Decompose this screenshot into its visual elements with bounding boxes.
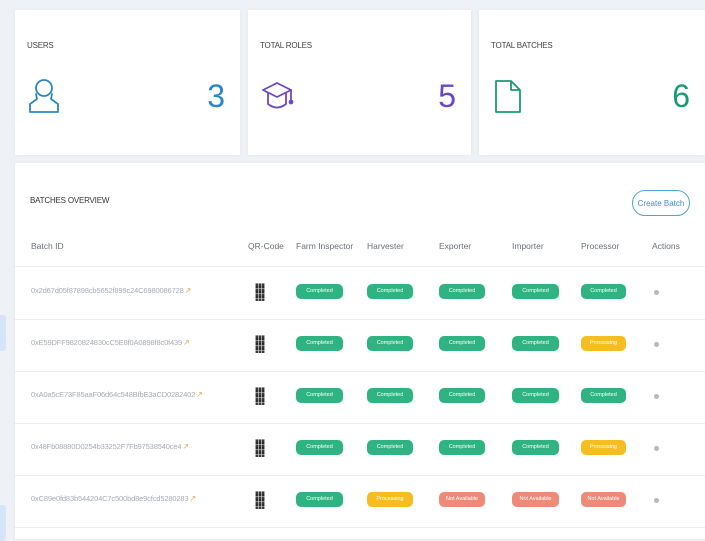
roles-stat-value: 5 — [438, 78, 456, 114]
batch-id-link[interactable]: 0x2d67d05f87898cb5652f899c24C6980086728↗ — [31, 286, 191, 295]
status-badge-farm-inspector: Completed — [296, 440, 343, 455]
batch-id-link[interactable]: 0xC89e0fd83b544204C7c500bd8e9cfcd5280283… — [31, 494, 196, 503]
batch-id-text: 0x48Fb08880D0254b33252F7Fb97538540ce4 — [31, 442, 182, 451]
column-header-harvester[interactable]: Harvester — [367, 241, 404, 251]
roles-stat-title: TOTAL ROLES — [260, 41, 312, 50]
status-badge-farm-inspector: Completed — [296, 388, 343, 403]
status-badge-farm-inspector: Completed — [296, 336, 343, 351]
left-edge-accent — [0, 505, 6, 541]
status-badge-processor: Completed — [581, 284, 626, 299]
row-divider — [15, 527, 705, 528]
user-icon — [29, 79, 59, 113]
qr-code-icon[interactable] — [255, 335, 265, 353]
status-badge-importer: Completed — [512, 440, 559, 455]
batches-stat-title: TOTAL BATCHES — [491, 41, 553, 50]
external-link-icon[interactable]: ↗ — [189, 494, 196, 503]
row-actions-button[interactable] — [654, 342, 659, 347]
table-row: 0xC89e0fd83b544204C7c500bd8e9cfcd5280283… — [15, 475, 705, 527]
batch-id-text: 0xA0a5cE73F85aaF06d64c548BfbE3aCD0282402 — [31, 390, 196, 399]
status-badge-importer: Not Available — [512, 492, 559, 507]
status-badge-farm-inspector: Completed — [296, 492, 343, 507]
status-badge-harvester: Completed — [367, 336, 413, 351]
table-row: 0x2d67d05f87898cb5652f899c24C6980086728↗… — [15, 267, 705, 319]
qr-code-icon[interactable] — [255, 283, 265, 301]
qr-code-icon[interactable] — [255, 491, 265, 509]
status-badge-processor: Not Available — [581, 492, 626, 507]
status-badge-harvester: Processing — [367, 492, 413, 507]
batch-id-link[interactable]: 0xA0a5cE73F85aaF06d64c548BfbE3aCD0282402… — [31, 390, 203, 399]
status-badge-exporter: Completed — [439, 388, 485, 403]
panel-title: BATCHES OVERVIEW — [30, 196, 110, 205]
status-badge-exporter: Completed — [439, 336, 485, 351]
status-badge-exporter: Completed — [439, 284, 485, 299]
column-header-importer[interactable]: Importer — [512, 241, 544, 251]
graduation-cap-icon — [262, 82, 294, 109]
batch-id-text: 0xE59DFF9820824830cC5E8f0A0898f8c0f439 — [31, 338, 183, 347]
column-header-batch-id[interactable]: Batch ID — [31, 241, 64, 251]
row-actions-button[interactable] — [654, 290, 659, 295]
status-badge-harvester: Completed — [367, 284, 413, 299]
roles-stat-card: TOTAL ROLES 5 — [248, 10, 471, 155]
status-badge-exporter: Completed — [439, 440, 485, 455]
status-badge-importer: Completed — [512, 284, 559, 299]
row-actions-button[interactable] — [654, 498, 659, 503]
batch-id-link[interactable]: 0xE59DFF9820824830cC5E8f0A0898f8c0f439↗ — [31, 338, 190, 347]
left-edge-accent — [0, 315, 6, 351]
status-badge-processor: Processing — [581, 336, 626, 351]
qr-code-icon[interactable] — [255, 439, 265, 457]
qr-code-icon[interactable] — [255, 387, 265, 405]
status-badge-exporter: Not Available — [439, 492, 485, 507]
column-header-qr-code[interactable]: QR-Code — [248, 241, 284, 251]
table-row: 0x48Fb08880D0254b33252F7Fb97538540ce4↗ Co… — [15, 423, 705, 475]
document-icon — [495, 80, 521, 113]
column-header-processor[interactable]: Processor — [581, 241, 619, 251]
table-row: 0xE59DFF9820824830cC5E8f0A0898f8c0f439↗ C… — [15, 319, 705, 371]
row-actions-button[interactable] — [654, 446, 659, 451]
table-row: 0xA0a5cE73F85aaF06d64c548BfbE3aCD0282402… — [15, 371, 705, 423]
users-stat-title: USERS — [27, 41, 54, 50]
row-actions-button[interactable] — [654, 394, 659, 399]
external-link-icon[interactable]: ↗ — [185, 286, 192, 295]
column-header-exporter[interactable]: Exporter — [439, 241, 471, 251]
column-header-actions[interactable]: Actions — [652, 241, 680, 251]
status-badge-processor: Processing — [581, 440, 626, 455]
create-batch-button[interactable]: Create Batch — [632, 190, 690, 216]
external-link-icon[interactable]: ↗ — [182, 442, 189, 451]
column-header-farm-inspector[interactable]: Farm Inspector — [296, 241, 353, 251]
batch-id-text: 0x2d67d05f87898cb5652f899c24C6980086728 — [31, 286, 184, 295]
batches-overview-panel: BATCHES OVERVIEW Create Batch Batch ID Q… — [15, 163, 705, 539]
status-badge-farm-inspector: Completed — [296, 284, 343, 299]
batch-id-text: 0xC89e0fd83b544204C7c500bd8e9cfcd5280283 — [31, 494, 189, 503]
batch-id-link[interactable]: 0x48Fb08880D0254b33252F7Fb97538540ce4↗ — [31, 442, 189, 451]
batches-stat-card: TOTAL BATCHES 6 — [479, 10, 705, 155]
status-badge-importer: Completed — [512, 388, 559, 403]
status-badge-harvester: Completed — [367, 388, 413, 403]
status-badge-importer: Completed — [512, 336, 559, 351]
external-link-icon[interactable]: ↗ — [183, 338, 190, 347]
users-stat-card: USERS 3 — [15, 10, 240, 155]
users-stat-value: 3 — [207, 78, 225, 114]
status-badge-processor: Completed — [581, 388, 626, 403]
external-link-icon[interactable]: ↗ — [196, 390, 203, 399]
status-badge-harvester: Completed — [367, 440, 413, 455]
batches-stat-value: 6 — [672, 78, 690, 114]
